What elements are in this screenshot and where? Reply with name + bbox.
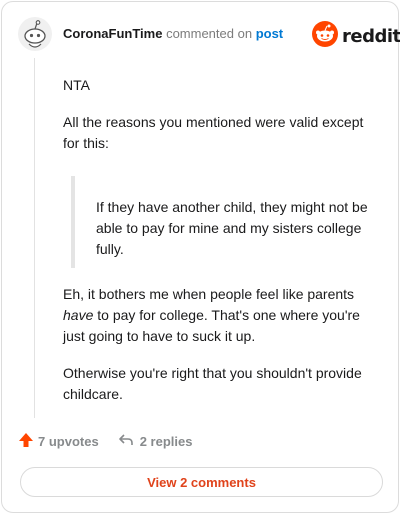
upvote-count: 7 upvotes xyxy=(38,434,99,449)
paragraph: Eh, it bothers me when people feel like … xyxy=(63,284,381,347)
text-span: to pay for college. That's one where you… xyxy=(63,307,360,344)
reply-arrow-icon xyxy=(118,432,134,451)
comment-header: CoronaFunTime commented on post xyxy=(63,25,283,43)
upvote-arrow-icon xyxy=(18,432,34,451)
view-comments-button[interactable]: View 2 comments xyxy=(20,467,383,497)
post-link[interactable]: post xyxy=(256,26,283,41)
paragraph: All the reasons you mentioned were valid… xyxy=(63,114,364,151)
reddit-logo[interactable]: reddit xyxy=(312,21,400,52)
emphasis-text: have xyxy=(63,307,94,323)
paragraph: Otherwise you're right that you shouldn'… xyxy=(63,365,362,402)
replies-button[interactable]: 2 replies xyxy=(118,432,193,451)
reddit-logo-text: reddit xyxy=(342,26,400,47)
replies-count: 2 replies xyxy=(139,434,193,449)
comment-card: CoronaFunTime commented on post reddit N… xyxy=(1,1,400,513)
snoo-avatar-icon[interactable] xyxy=(17,16,53,52)
reddit-logo-icon xyxy=(312,21,338,52)
blockquote: If they have another child, they might n… xyxy=(71,176,381,268)
paragraph: NTA xyxy=(63,77,90,93)
quote-text: If they have another child, they might n… xyxy=(96,199,368,257)
comment-body: NTA All the reasons you mentioned were v… xyxy=(63,75,381,405)
username-link[interactable]: CoronaFunTime xyxy=(63,26,162,41)
text-span: Eh, it bothers me when people feel like … xyxy=(63,286,355,302)
thread-line xyxy=(34,58,35,418)
upvote-button[interactable]: 7 upvotes xyxy=(18,432,99,451)
comment-actions: 7 upvotes 2 replies xyxy=(18,432,192,451)
action-text: commented on xyxy=(166,26,253,41)
